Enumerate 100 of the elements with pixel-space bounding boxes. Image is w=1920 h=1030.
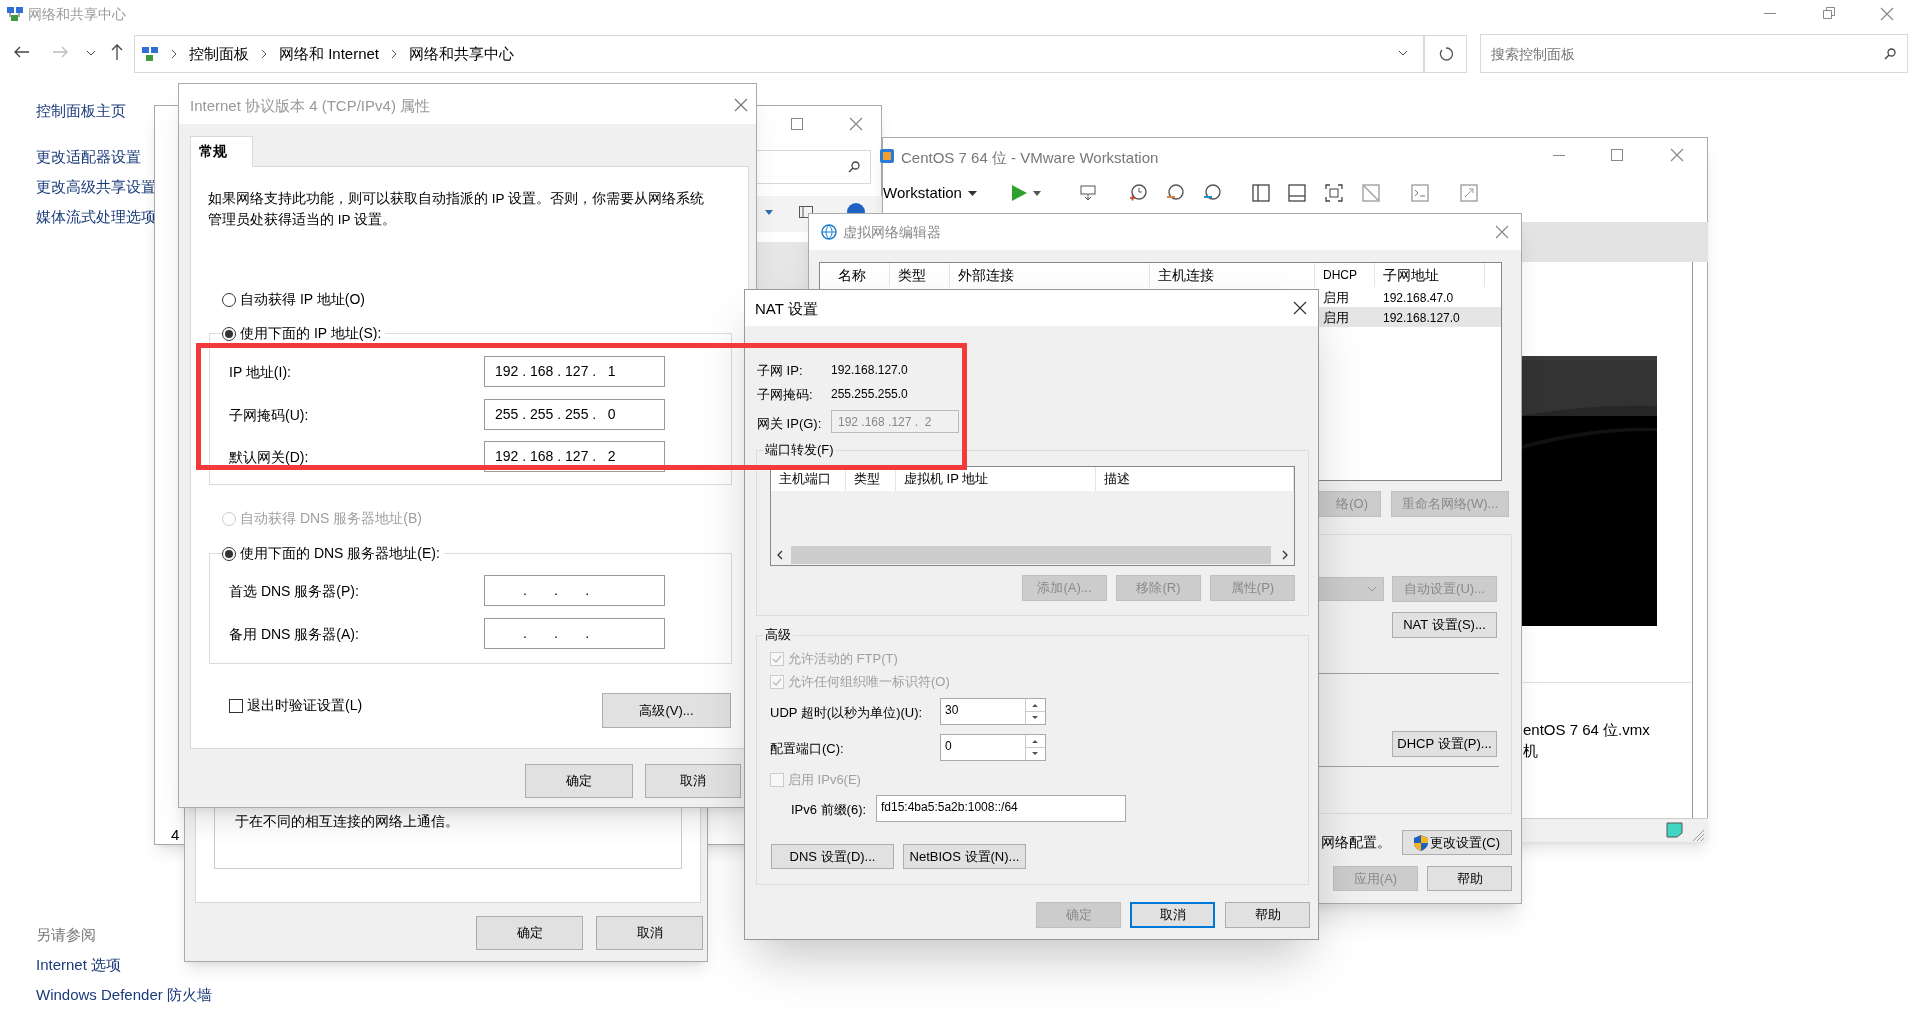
radio-button[interactable]: 使用下面的 DNS 服务器地址(E): xyxy=(222,543,444,564)
column-header[interactable]: 子网地址 xyxy=(1375,263,1485,287)
button[interactable]: 更改设置(C) xyxy=(1402,830,1512,855)
clock-icon[interactable] xyxy=(1166,184,1184,202)
button[interactable]: 确定 xyxy=(525,764,633,798)
description-text: 于在不同的相互连接的网络上通信。 xyxy=(235,812,459,831)
column-header[interactable]: 描述 xyxy=(1096,467,1294,491)
checkbox[interactable]: 退出时验证设置(L) xyxy=(229,695,363,716)
play-icon[interactable] xyxy=(1011,185,1027,201)
sidebar-icon[interactable] xyxy=(1252,184,1270,202)
maximize-icon[interactable] xyxy=(1611,149,1623,161)
resize-grip-icon[interactable] xyxy=(1691,828,1705,842)
field-label: 首选 DNS 服务器(P): xyxy=(229,582,359,601)
chevron-right-icon xyxy=(261,49,267,59)
chevron-right-icon xyxy=(391,49,398,59)
input-field[interactable]: fd15:4ba5:5a2b:1008::/64 xyxy=(876,795,1126,822)
note-text: 网络配置。 xyxy=(1321,833,1391,852)
tab[interactable]: 常规 xyxy=(190,136,253,167)
button[interactable]: 取消 xyxy=(596,916,703,950)
input-field[interactable]: 192 . 168 . 127 . 1 xyxy=(484,356,665,387)
sidebar-link[interactable]: Windows Defender 防火墙 xyxy=(36,980,212,1010)
check-icon xyxy=(772,653,782,664)
search-field[interactable]: 搜索控制面板 xyxy=(1480,34,1908,73)
caret-down-icon[interactable] xyxy=(765,210,773,215)
radio-button[interactable]: 使用下面的 IP 地址(S): xyxy=(222,323,386,344)
pane-icon[interactable] xyxy=(799,206,813,218)
caret-down-icon[interactable] xyxy=(1033,191,1041,196)
label: 机 xyxy=(1523,741,1538,761)
chevron-down-icon[interactable] xyxy=(1398,50,1408,56)
input-field[interactable]: . . . xyxy=(484,618,665,649)
breadcrumb-item[interactable]: 控制面板 xyxy=(189,42,249,66)
minimize-icon[interactable] xyxy=(1553,155,1565,157)
input-field[interactable]: 255 . 255 . 255 . 0 xyxy=(484,399,665,430)
resize-icon[interactable] xyxy=(1460,184,1478,202)
refresh-icon xyxy=(1438,47,1453,61)
sidebar-link[interactable]: Internet 选项 xyxy=(36,950,212,980)
button[interactable]: 高级(V)... xyxy=(602,693,731,728)
caret-icon xyxy=(967,190,977,196)
clock-icon[interactable] xyxy=(1203,184,1221,202)
scroll-right-icon[interactable] xyxy=(1282,550,1288,560)
column-header[interactable]: 主机端口 xyxy=(771,467,846,491)
table-cell-text: 192.168.47.0 xyxy=(1383,290,1454,307)
dialog-title: NAT 设置 xyxy=(755,299,818,319)
clock-icon[interactable] xyxy=(1129,184,1147,202)
button[interactable]: 帮助 xyxy=(1225,902,1310,928)
breadcrumb-item[interactable]: 网络和 Internet xyxy=(279,42,380,66)
maximize-icon[interactable] xyxy=(791,118,803,130)
sidebar-link[interactable]: 更改高级共享设置 xyxy=(36,172,156,202)
note-icon[interactable] xyxy=(1666,822,1683,838)
field-label: 子网 IP: xyxy=(757,362,803,380)
input-field[interactable]: . . . xyxy=(484,575,665,606)
spin-box[interactable]: 30 xyxy=(940,698,1046,725)
snapshot-icon[interactable] xyxy=(1079,184,1097,202)
table-cell-text: 192.168.127.0 xyxy=(1383,310,1460,327)
scroll-left-icon[interactable] xyxy=(777,550,783,560)
column-header[interactable]: 主机连接 xyxy=(1150,263,1315,287)
stretch-icon[interactable] xyxy=(1362,184,1380,202)
button[interactable]: NAT 设置(S)... xyxy=(1392,612,1497,638)
field-label: 子网掩码(U): xyxy=(229,406,309,425)
globe-icon xyxy=(821,224,837,240)
fullscreen-icon[interactable] xyxy=(1325,184,1343,202)
column-header[interactable]: 外部连接 xyxy=(950,263,1150,287)
column-header[interactable]: 名称 xyxy=(830,263,890,287)
field-label: UDP 超时(以秒为单位)(U): xyxy=(770,704,923,722)
refresh-button[interactable] xyxy=(1424,35,1467,73)
button[interactable]: 帮助 xyxy=(1427,866,1512,891)
chevron-down-icon[interactable] xyxy=(86,50,96,56)
sidebar-link[interactable]: 控制面板主页 xyxy=(36,96,156,126)
restore-icon[interactable] xyxy=(1823,7,1835,19)
field-value: 192.168.127.0 xyxy=(831,362,908,379)
breadcrumb-item[interactable]: 网络和共享中心 xyxy=(409,42,515,66)
app-icon xyxy=(879,148,895,164)
column-header[interactable]: 虚拟机 IP 地址 xyxy=(896,467,1096,491)
close-icon[interactable] xyxy=(1293,301,1307,315)
spin-box[interactable]: 0 xyxy=(940,734,1046,761)
up-arrow-icon[interactable] xyxy=(111,44,123,60)
field-label: 网关 IP(G): xyxy=(757,415,822,433)
menu-button[interactable]: Workstation xyxy=(883,182,977,205)
address-bar[interactable]: 控制面板 网络和 Internet 网络和共享中心 xyxy=(134,35,1424,73)
field-value: 255.255.255.0 xyxy=(831,386,908,403)
window-title: 网络和共享中心 xyxy=(28,5,126,24)
field-label: IPv6 前缀(6): xyxy=(791,801,867,819)
panel-icon[interactable] xyxy=(1288,184,1306,202)
button[interactable]: 取消 xyxy=(1130,902,1215,928)
minimize-icon[interactable] xyxy=(1764,13,1776,15)
button[interactable]: 取消 xyxy=(645,764,741,798)
button[interactable]: DNS 设置(D)... xyxy=(771,844,894,869)
search-icon[interactable] xyxy=(1884,48,1896,60)
back-arrow-icon[interactable] xyxy=(14,46,30,58)
section-heading: 另请参阅 xyxy=(36,925,97,945)
column-header[interactable]: DHCP xyxy=(1315,263,1375,287)
column-header[interactable]: 类型 xyxy=(846,467,896,491)
button[interactable]: 确定 xyxy=(476,916,583,950)
sidebar-link[interactable]: 媒体流式处理选项 xyxy=(36,202,156,232)
terminal-icon[interactable] xyxy=(1411,184,1429,202)
button[interactable]: NetBIOS 设置(N)... xyxy=(903,844,1026,869)
sidebar-link[interactable]: 更改适配器设置 xyxy=(36,142,156,172)
button[interactable]: DHCP 设置(P)... xyxy=(1392,731,1497,757)
column-header[interactable]: 类型 xyxy=(890,263,950,287)
field-label: 配置端口(C): xyxy=(770,740,844,758)
